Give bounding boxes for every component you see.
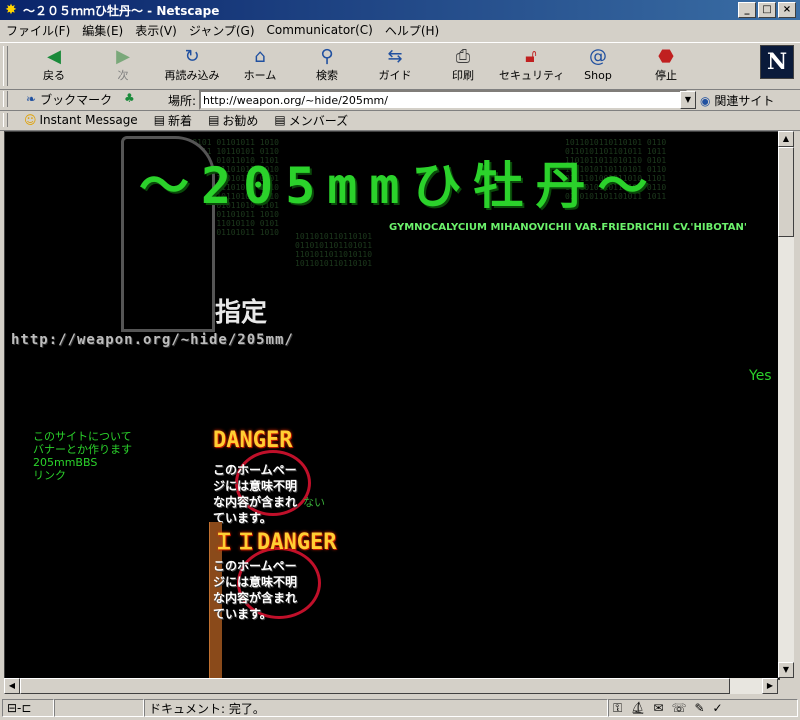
green-overlay-text: ない xyxy=(303,496,325,509)
horizontal-scrollbar[interactable]: ◀ ▶ xyxy=(4,678,778,694)
bookmark-icon: ❧ xyxy=(26,92,37,106)
location-grip[interactable] xyxy=(3,91,8,107)
instant-message-link[interactable]: ☺ Instant Message xyxy=(24,113,138,127)
recommended-link[interactable]: ▤ お勧め xyxy=(208,112,258,129)
composer-icon[interactable]: ✎ xyxy=(694,701,704,715)
back-button[interactable]: ◀ 戻る xyxy=(22,45,86,87)
danger-warning-1: このホームペー ジには意味不明 な内容が含まれ ています。 xyxy=(213,463,298,525)
link-banner[interactable]: バナーとか作ります xyxy=(33,443,132,456)
navigator-icon[interactable]: ⛵︎ xyxy=(630,701,645,715)
members-link[interactable]: ▤ メンバーズ xyxy=(274,112,348,129)
menu-edit[interactable]: 編集(E) xyxy=(76,22,129,39)
new-link[interactable]: ▤ 新着 xyxy=(154,112,192,129)
page-icon: ▤ xyxy=(274,113,286,127)
edit-icon[interactable]: ✓ xyxy=(713,701,723,715)
location-label: 場所: xyxy=(168,94,197,108)
navigation-toolbar: ◀ 戻る ▶ 次 ↻ 再読み込み ⌂ ホーム ⚲ 検索 ⇆ ガイド ⎙ 印刷 🔓︎ セキュリティ… xyxy=(0,42,800,90)
title-bar: ✸ ～２０５ｍｍひ牡丹～ - Netscape _ □ × xyxy=(0,0,800,20)
forward-arrow-icon: ▶ xyxy=(116,46,130,67)
home-icon: ⌂ xyxy=(254,46,266,67)
search-icon: ⚲ xyxy=(320,46,334,67)
home-button[interactable]: ⌂ ホーム xyxy=(228,45,292,87)
personal-toolbar: ☺ Instant Message ▤ 新着 ▤ お勧め ▤ メンバーズ xyxy=(0,110,800,131)
link-links[interactable]: リンク xyxy=(33,469,132,482)
security-icon: 🔓︎ xyxy=(525,46,537,67)
danger-banner-2: ＩＩDANGER xyxy=(213,524,337,556)
page-icon: ▤ xyxy=(153,113,166,127)
danger-label-2: DANGER xyxy=(257,530,337,555)
shop-icon: @ xyxy=(589,46,607,67)
shop-button[interactable]: @ Shop xyxy=(566,45,630,87)
location-toolbar: ❧ ブックマーク ♣ 場所: ▼ ◉ 関連サイト xyxy=(0,88,800,111)
status-bar: ⊟-⊏ ドキュメント: 完了。 ⚿ ⛵︎ ✉ ☏ ✎ ✓ xyxy=(0,696,800,720)
security-button[interactable]: 🔓︎ セキュリティ xyxy=(499,45,564,87)
forward-button[interactable]: ▶ 次 xyxy=(91,45,155,87)
bookmarks-button[interactable]: ❧ ブックマーク xyxy=(26,91,112,108)
mail-icon[interactable]: ✉ xyxy=(653,701,663,715)
vertical-scrollbar[interactable]: ▲ ▼ xyxy=(778,131,794,678)
scroll-left-button[interactable]: ◀ xyxy=(4,678,20,694)
guide-button[interactable]: ⇆ ガイド xyxy=(363,45,427,87)
stop-icon: ⬣ xyxy=(658,46,674,67)
back-arrow-icon: ◀ xyxy=(47,46,61,67)
security-lock-icon[interactable]: ⚿ xyxy=(613,701,622,716)
related-sites-button[interactable]: ◉ 関連サイト xyxy=(700,92,774,109)
page-proxy-icon[interactable]: ♣ xyxy=(124,91,135,105)
close-button[interactable]: × xyxy=(778,2,796,18)
site-nav-links: このサイトについて バナーとか作ります 205mmBBS リンク xyxy=(33,430,132,482)
person-icon: ☺ xyxy=(24,113,37,127)
binary-decoration: 1011010110110101 0110101101101011 110101… xyxy=(295,232,373,268)
designation-label: 指定 xyxy=(215,298,268,328)
danger-banner-1: DANGER xyxy=(213,428,293,453)
connection-indicator[interactable]: ⊟-⊏ xyxy=(2,699,54,717)
toolbar-grip[interactable] xyxy=(3,46,8,86)
danger-prefix: ＩＩ xyxy=(213,530,258,555)
scroll-right-button[interactable]: ▶ xyxy=(762,678,778,694)
menu-go[interactable]: ジャンプ(G) xyxy=(183,22,261,39)
netscape-app-icon[interactable]: ✸ xyxy=(3,2,19,18)
reload-icon: ↻ xyxy=(184,46,200,67)
link-bbs[interactable]: 205mmBBS xyxy=(33,456,132,469)
page-icon: ▤ xyxy=(208,113,220,127)
site-title: ～205mmひ牡丹～ xyxy=(139,157,660,215)
guide-icon: ⇆ xyxy=(387,46,403,67)
status-text: ドキュメント: 完了。 xyxy=(144,699,608,717)
horizontal-scroll-thumb[interactable] xyxy=(20,678,730,694)
print-button[interactable]: ⎙ 印刷 xyxy=(431,45,495,87)
link-about[interactable]: このサイトについて xyxy=(33,430,132,443)
personal-grip[interactable] xyxy=(3,113,8,127)
netscape-logo[interactable]: N xyxy=(760,45,794,79)
site-subtitle: GYMNOCALYCIUM MIHANOVICHII VAR.FRIEDRICH… xyxy=(389,222,747,233)
print-icon: ⎙ xyxy=(455,46,471,67)
menu-help[interactable]: ヘルプ(H) xyxy=(379,22,445,39)
vertical-scroll-thumb[interactable] xyxy=(778,147,794,237)
page-content: 10110101 01101011 1010 01101011 10110101… xyxy=(4,131,780,680)
reload-button[interactable]: ↻ 再読み込み xyxy=(160,45,224,87)
marquee-text: Yes xyxy=(749,368,772,384)
progress-area xyxy=(54,699,144,717)
search-button[interactable]: ⚲ 検索 xyxy=(295,45,359,87)
scroll-up-button[interactable]: ▲ xyxy=(778,131,794,147)
menu-file[interactable]: ファイル(F) xyxy=(0,22,76,39)
url-dropdown-button[interactable]: ▼ xyxy=(680,91,696,109)
connection-icon: ⊟-⊏ xyxy=(7,701,32,715)
component-bar: ⚿ ⛵︎ ✉ ☏ ✎ ✓ xyxy=(608,699,798,717)
minimize-button[interactable]: _ xyxy=(738,2,756,18)
menu-view[interactable]: 表示(V) xyxy=(129,22,183,39)
site-url-banner: http://weapon.org/~hide/205mm/ xyxy=(11,332,294,348)
scroll-down-button[interactable]: ▼ xyxy=(778,662,794,678)
menu-bar: ファイル(F) 編集(E) 表示(V) ジャンプ(G) Communicator… xyxy=(0,20,800,40)
window-title: ～２０５ｍｍひ牡丹～ - Netscape xyxy=(23,3,220,18)
chat-icon[interactable]: ☏ xyxy=(671,701,686,715)
menu-communicator[interactable]: Communicator(C) xyxy=(261,23,379,37)
danger-warning-2: このホームペー ジには意味不明 な内容が含まれ ています。 xyxy=(213,559,298,621)
stop-button[interactable]: ⬣ 停止 xyxy=(634,45,698,87)
maximize-button[interactable]: □ xyxy=(758,2,776,18)
url-input[interactable] xyxy=(199,90,687,110)
related-icon: ◉ xyxy=(700,94,711,108)
